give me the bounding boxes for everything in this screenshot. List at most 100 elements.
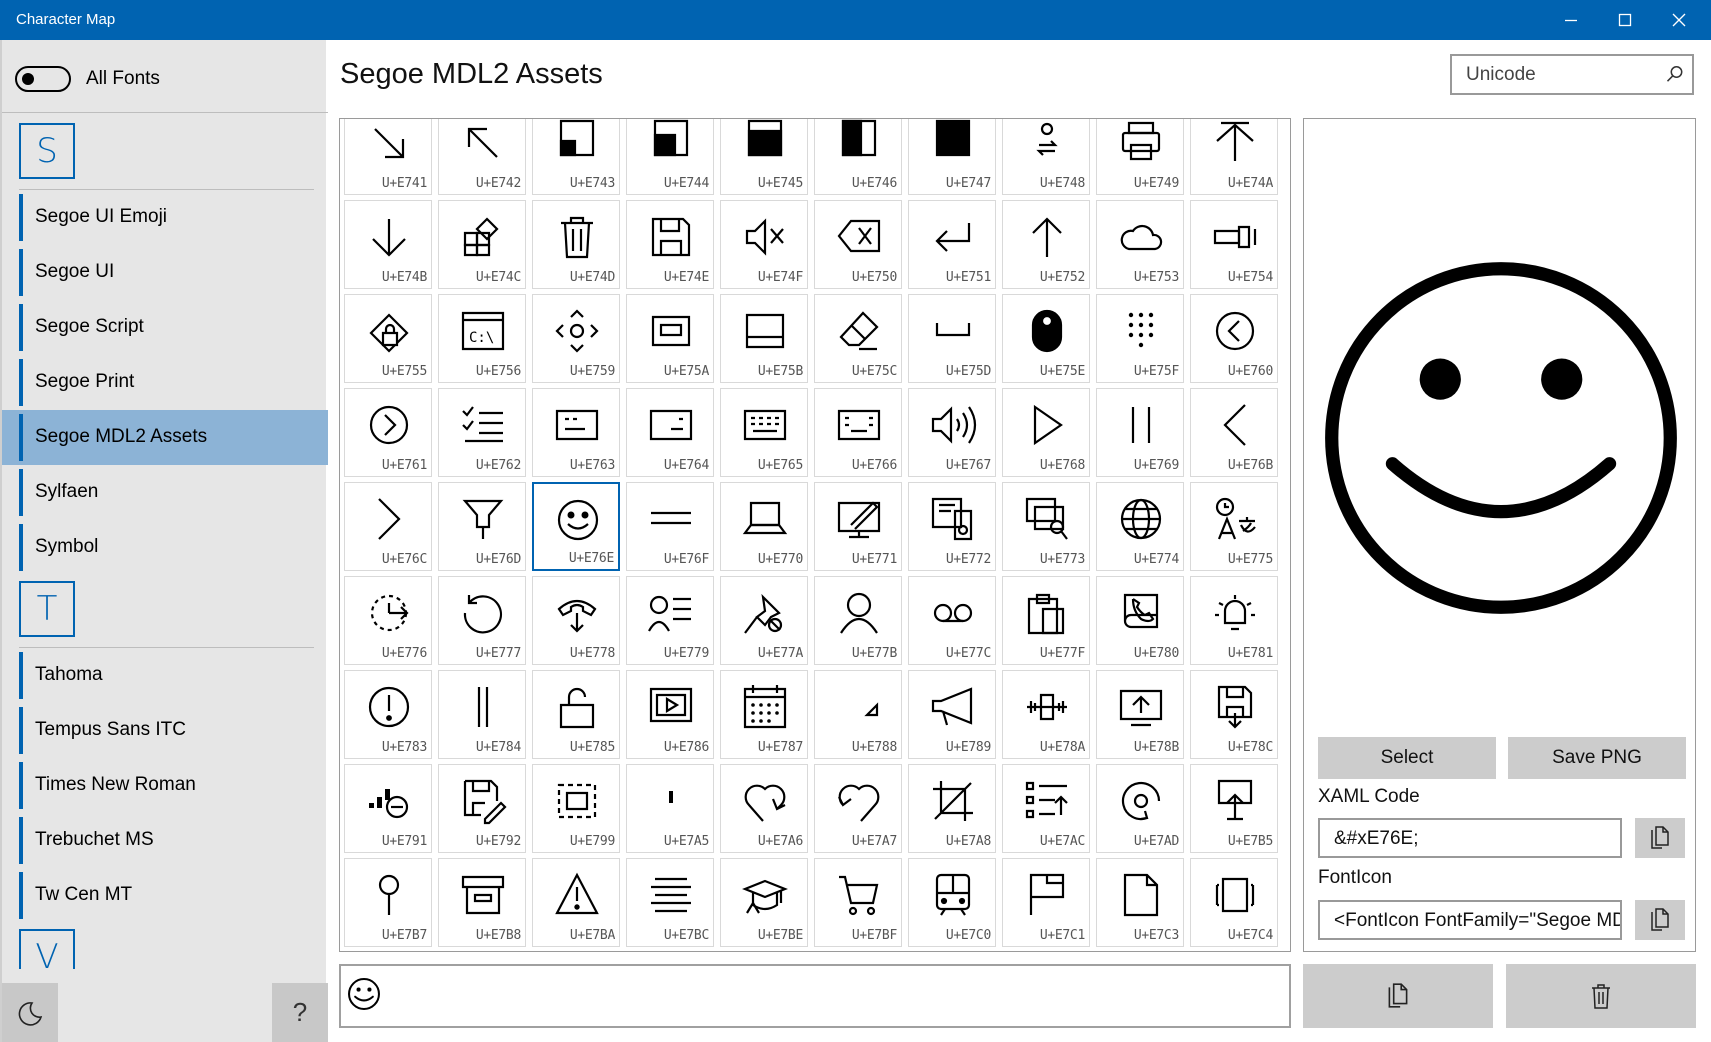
glyph-cell[interactable]: U+E748 xyxy=(1002,119,1090,195)
glyph-cell[interactable]: U+E7AC xyxy=(1002,764,1090,853)
glyph-cell[interactable]: U+E778 xyxy=(532,576,620,665)
glyph-cell[interactable]: U+E764 xyxy=(626,388,714,477)
character-textbox[interactable] xyxy=(339,964,1291,1028)
glyph-cell[interactable]: U+E75C xyxy=(814,294,902,383)
glyph-cell[interactable]: U+E74C xyxy=(438,200,526,289)
glyph-cell[interactable]: U+E77F xyxy=(1002,576,1090,665)
font-item[interactable]: Times New Roman xyxy=(2,758,328,813)
glyph-cell[interactable]: U+E76E xyxy=(532,482,620,571)
glyph-cell[interactable]: U+E770 xyxy=(720,482,808,571)
glyph-cell[interactable]: U+E788 xyxy=(814,670,902,759)
glyph-cell[interactable]: U+E753 xyxy=(1096,200,1184,289)
glyph-cell[interactable]: U+E75F xyxy=(1096,294,1184,383)
glyph-cell[interactable]: U+E774 xyxy=(1096,482,1184,571)
maximize-button[interactable] xyxy=(1597,0,1653,40)
glyph-cell[interactable]: U+E786 xyxy=(626,670,714,759)
glyph-cell[interactable]: U+E783 xyxy=(344,670,432,759)
glyph-cell[interactable]: U+E776 xyxy=(344,576,432,665)
glyph-cell[interactable]: U+E791 xyxy=(344,764,432,853)
minimize-button[interactable] xyxy=(1543,0,1599,40)
glyph-cell[interactable]: U+E78B xyxy=(1096,670,1184,759)
glyph-cell[interactable]: U+E7C1 xyxy=(1002,858,1090,947)
font-item[interactable]: Segoe UI Emoji xyxy=(2,190,328,245)
glyph-cell[interactable]: U+E743 xyxy=(532,119,620,195)
glyph-cell[interactable]: U+E771 xyxy=(814,482,902,571)
glyph-cell[interactable]: U+E792 xyxy=(438,764,526,853)
font-item[interactable]: Tempus Sans ITC xyxy=(2,703,328,758)
glyph-cell[interactable]: U+E78A xyxy=(1002,670,1090,759)
font-item[interactable]: Tw Cen MT xyxy=(2,868,328,923)
glyph-cell[interactable]: U+E773 xyxy=(1002,482,1090,571)
font-item[interactable]: Sylfaen xyxy=(2,465,328,520)
font-item[interactable]: Segoe MDL2 Assets xyxy=(2,410,328,465)
glyph-cell[interactable]: U+E78C xyxy=(1190,670,1278,759)
glyph-cell[interactable]: U+E768 xyxy=(1002,388,1090,477)
glyph-cell[interactable]: U+E77B xyxy=(814,576,902,665)
glyph-cell[interactable]: U+E75D xyxy=(908,294,996,383)
search-icon[interactable] xyxy=(1666,65,1684,83)
glyph-cell[interactable]: U+E769 xyxy=(1096,388,1184,477)
glyph-cell[interactable]: U+E7B7 xyxy=(344,858,432,947)
xaml-code-field[interactable]: &#xE76E; xyxy=(1318,818,1622,858)
glyph-cell[interactable]: U+E7BA xyxy=(532,858,620,947)
glyph-cell[interactable]: U+E75E xyxy=(1002,294,1090,383)
glyph-cell[interactable]: U+E7BF xyxy=(814,858,902,947)
glyph-cell[interactable]: U+E766 xyxy=(814,388,902,477)
glyph-cell[interactable]: U+E74B xyxy=(344,200,432,289)
copy-fonticon-button[interactable] xyxy=(1635,900,1685,940)
glyph-cell[interactable]: U+E750 xyxy=(814,200,902,289)
glyph-cell[interactable]: U+E781 xyxy=(1190,576,1278,665)
glyph-cell[interactable]: U+E754 xyxy=(1190,200,1278,289)
copy-text-button[interactable] xyxy=(1303,964,1493,1028)
glyph-cell[interactable]: U+E7BC xyxy=(626,858,714,947)
glyph-cell[interactable]: U+E7C3 xyxy=(1096,858,1184,947)
glyph-cell[interactable]: U+E742 xyxy=(438,119,526,195)
font-item[interactable]: Segoe UI xyxy=(2,245,328,300)
glyph-cell[interactable]: U+E76D xyxy=(438,482,526,571)
glyph-cell[interactable]: U+E775 xyxy=(1190,482,1278,571)
glyph-cell[interactable]: U+E745 xyxy=(720,119,808,195)
glyph-grid[interactable]: U+E741 U+E742 U+E743 U+E744 U+E745 U+E746 U+E7… xyxy=(339,118,1291,952)
glyph-cell[interactable]: U+E7B5 xyxy=(1190,764,1278,853)
glyph-cell[interactable]: U+E77C xyxy=(908,576,996,665)
glyph-cell[interactable]: U+E785 xyxy=(532,670,620,759)
copy-xaml-button[interactable] xyxy=(1635,818,1685,858)
glyph-cell[interactable]: U+E7A7 xyxy=(814,764,902,853)
glyph-cell[interactable]: U+E784 xyxy=(438,670,526,759)
glyph-cell[interactable]: U+E7A8 xyxy=(908,764,996,853)
glyph-cell[interactable]: U+E752 xyxy=(1002,200,1090,289)
glyph-cell[interactable]: U+E7A6 xyxy=(720,764,808,853)
glyph-cell[interactable]: U+E7BE xyxy=(720,858,808,947)
glyph-cell[interactable]: U+E780 xyxy=(1096,576,1184,665)
glyph-cell[interactable]: U+E74D xyxy=(532,200,620,289)
fonticon-field[interactable]: <FontIcon FontFamily="Segoe MDL2 Assets"… xyxy=(1318,900,1622,940)
glyph-cell[interactable]: C:\ U+E756 xyxy=(438,294,526,383)
glyph-cell[interactable]: U+E7C4 xyxy=(1190,858,1278,947)
glyph-cell[interactable]: U+E7B8 xyxy=(438,858,526,947)
glyph-cell[interactable]: U+E787 xyxy=(720,670,808,759)
close-button[interactable] xyxy=(1651,0,1707,40)
group-header-t[interactable]: T xyxy=(19,581,75,637)
glyph-cell[interactable]: U+E76F xyxy=(626,482,714,571)
clear-text-button[interactable] xyxy=(1506,964,1696,1028)
glyph-cell[interactable]: U+E789 xyxy=(908,670,996,759)
glyph-cell[interactable]: U+E751 xyxy=(908,200,996,289)
glyph-cell[interactable]: U+E761 xyxy=(344,388,432,477)
glyph-cell[interactable]: U+E762 xyxy=(438,388,526,477)
font-item[interactable]: Symbol xyxy=(2,520,328,575)
glyph-cell[interactable]: U+E772 xyxy=(908,482,996,571)
glyph-cell[interactable]: U+E744 xyxy=(626,119,714,195)
font-item[interactable]: Trebuchet MS xyxy=(2,813,328,868)
glyph-cell[interactable]: U+E7AD xyxy=(1096,764,1184,853)
font-item[interactable]: Segoe Script xyxy=(2,300,328,355)
font-item[interactable]: Tahoma xyxy=(2,648,328,703)
unicode-search-input[interactable] xyxy=(1466,64,1646,86)
glyph-cell[interactable]: U+E75B xyxy=(720,294,808,383)
glyph-cell[interactable]: U+E74A xyxy=(1190,119,1278,195)
glyph-cell[interactable]: U+E759 xyxy=(532,294,620,383)
help-button[interactable]: ? xyxy=(272,983,328,1042)
theme-toggle-button[interactable] xyxy=(2,983,58,1042)
glyph-cell[interactable]: U+E763 xyxy=(532,388,620,477)
glyph-cell[interactable]: U+E76B xyxy=(1190,388,1278,477)
glyph-cell[interactable]: U+E76C xyxy=(344,482,432,571)
